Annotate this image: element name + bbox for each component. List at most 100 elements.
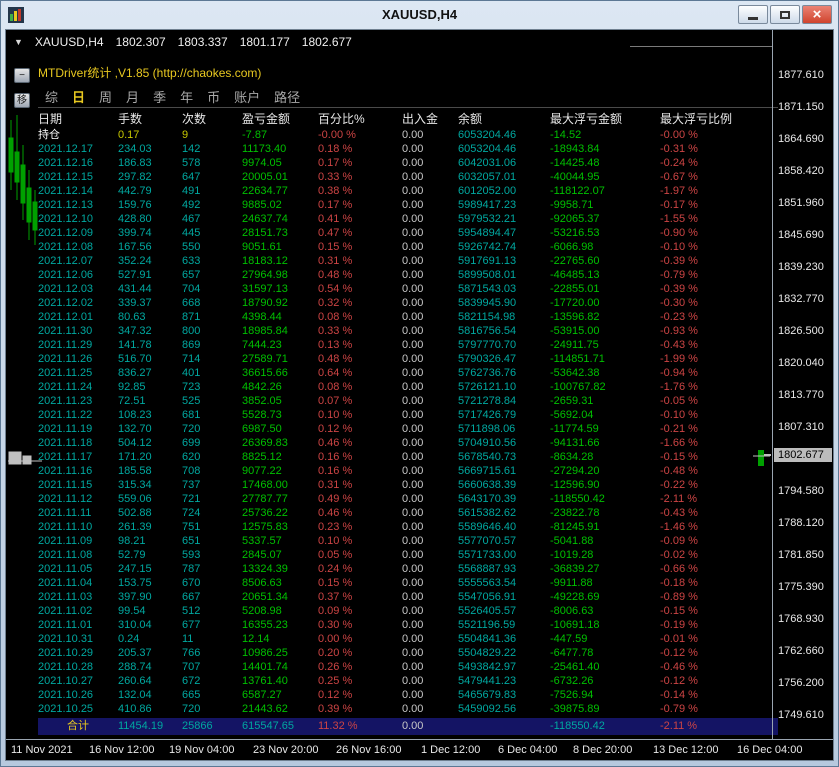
chevron-down-icon[interactable]: ▼ [14, 37, 23, 47]
table-cell: -0.66 % [660, 563, 698, 575]
table-cell: 5547056.91 [458, 591, 517, 603]
table-cell: 5839945.90 [458, 297, 517, 309]
table-cell: -7.87 [242, 129, 268, 141]
table-cell: 99.54 [118, 605, 146, 617]
table-cell: -53915.00 [550, 325, 600, 337]
table-cell: 615547.65 [242, 720, 294, 732]
table-cell: 6012052.00 [458, 185, 517, 197]
table-row: 2021.11.29 141.78 869 7444.23 0.13 % 0.00 5797… [38, 338, 778, 352]
table-cell: 787 [182, 563, 201, 575]
table-cell: 593 [182, 549, 201, 561]
panel-collapse-button[interactable]: − [14, 68, 30, 83]
close-button[interactable]: × [802, 5, 832, 24]
table-cell: 108.23 [118, 409, 152, 421]
time-axis-label: 26 Nov 16:00 [336, 744, 402, 756]
table-row: 2021.11.09 98.21 651 5337.57 0.10 % 0.00 55770… [38, 534, 778, 548]
table-cell: 720 [182, 703, 201, 715]
price-axis-label: 1749.610 [778, 709, 824, 721]
table-cell: -40044.95 [550, 171, 600, 183]
table-cell: 2021.12.14 [38, 185, 94, 197]
table-cell: 13324.39 [242, 563, 288, 575]
tab-月[interactable]: 月 [119, 87, 146, 106]
table-cell: 527.91 [118, 269, 152, 281]
table-cell: 13761.40 [242, 675, 288, 687]
tab-综[interactable]: 综 [38, 87, 65, 106]
table-cell: 2021.12.03 [38, 283, 94, 295]
table-cell: 31597.13 [242, 283, 288, 295]
title-bar[interactable]: XAUUSD,H4 × [1, 1, 838, 29]
table-cell: 247.15 [118, 563, 152, 575]
minimize-button[interactable] [738, 5, 768, 24]
table-cell: 0.47 % [318, 227, 353, 239]
table-cell: -36839.27 [550, 563, 600, 575]
table-row: 2021.10.31 0.24 11 12.14 0.00 % 0.00 5504841.3… [38, 632, 778, 646]
table-cell: 5711898.06 [458, 423, 516, 435]
table-cell: 0.64 % [318, 367, 353, 379]
table-cell: 766 [182, 647, 201, 659]
price-axis-label: 1813.770 [778, 389, 824, 401]
tab-路径[interactable]: 路径 [267, 87, 307, 106]
table-row: 2021.12.07 352.24 633 18183.12 0.31 % 0.00 591… [38, 254, 778, 268]
table-cell: 707 [182, 661, 201, 673]
table-row: 2021.11.22 108.23 681 5528.73 0.10 % 0.00 5717… [38, 408, 778, 422]
table-row: 2021.11.15 315.34 737 17468.00 0.31 % 0.00 566… [38, 478, 778, 492]
tab-季[interactable]: 季 [146, 87, 173, 106]
table-cell: 0.10 % [318, 409, 353, 421]
table-cell: 397.90 [118, 591, 152, 603]
table-cell: 最大浮亏比例 [660, 112, 733, 126]
table-cell: 2021.10.31 [38, 633, 94, 645]
tab-bar: 综日周月季年币账户 路径 [38, 86, 778, 108]
table-cell: 2021.10.26 [38, 689, 94, 701]
table-cell: 0.00 [402, 325, 424, 337]
table-cell: 132.70 [118, 423, 152, 435]
table-row: 2021.12.10 428.80 467 24637.74 0.41 % 0.00 597… [38, 212, 778, 226]
price-axis[interactable]: 1802.677 1877.610 1871.150 1864.690 1858.42… [772, 30, 833, 739]
table-cell: 2021.10.29 [38, 647, 94, 659]
table-cell: 0.00 [402, 465, 424, 477]
table-cell: 550 [182, 241, 201, 253]
tab-币[interactable]: 币 [200, 87, 227, 106]
tab-年[interactable]: 年 [173, 87, 200, 106]
table-cell: -0.21 % [660, 423, 698, 435]
table-cell: 0.41 % [318, 213, 353, 225]
table-cell: 0.17 [118, 129, 140, 141]
price-axis-label: 1807.310 [778, 421, 824, 433]
table-cell: 677 [182, 619, 201, 631]
table-cell: -0.09 % [660, 535, 698, 547]
table-cell: -9958.71 [550, 199, 594, 211]
table-row: 2021.11.05 247.15 787 13324.39 0.24 % 0.00 556… [38, 562, 778, 576]
table-cell: 5790326.47 [458, 353, 517, 365]
table-row: 2021.12.06 527.91 657 27964.98 0.48 % 0.00 589… [38, 268, 778, 282]
table-row: 2021.10.28 288.74 707 14401.74 0.26 % 0.00 549… [38, 660, 778, 674]
table-row: 2021.11.19 132.70 720 6987.50 0.12 % 0.00 5711… [38, 422, 778, 436]
table-cell: -1019.28 [550, 549, 594, 561]
table-cell: 5717426.79 [458, 409, 517, 421]
table-cell: -0.94 % [660, 367, 698, 379]
table-cell: 5615382.62 [458, 507, 517, 519]
table-row: 2021.11.02 99.54 512 5208.98 0.09 % 0.00 55264… [38, 604, 778, 618]
table-row: 2021.10.25 410.86 720 21443.62 0.39 % 0.00 545… [38, 702, 778, 716]
table-cell: 288.74 [118, 661, 152, 673]
table-cell: 8506.63 [242, 577, 282, 589]
table-cell: 0.08 % [318, 311, 353, 323]
table-cell: 2021.12.06 [38, 269, 94, 281]
table-cell: 26369.83 [242, 437, 288, 449]
table-cell: 0.00 [402, 171, 424, 183]
tab-账户[interactable]: 账户 [227, 87, 267, 106]
table-cell: -94131.66 [550, 437, 600, 449]
table-cell: 3852.05 [242, 395, 282, 407]
table-cell: 153.75 [118, 577, 152, 589]
table-cell: -0.15 % [660, 605, 698, 617]
table-cell: 723 [182, 381, 201, 393]
table-cell: -1.97 % [660, 185, 698, 197]
time-axis[interactable]: 11 Nov 2021 16 Nov 12:00 19 Nov 04:00 23 No… [6, 739, 833, 760]
table-cell: 5660638.39 [458, 479, 517, 491]
table-row: 2021.11.26 516.70 714 27589.71 0.48 % 0.00 579… [38, 352, 778, 366]
panel-move-button[interactable]: 移 [14, 93, 30, 108]
tab-日[interactable]: 日 [65, 87, 92, 106]
stats-table: 日期 手数 次数 盈亏金额 百分比% 出入金 余额 最大浮亏金额 最大浮亏比例 持仓 0.17 9 -… [38, 110, 778, 735]
table-cell: 余额 [458, 112, 483, 126]
tab-周[interactable]: 周 [92, 87, 119, 106]
maximize-button[interactable] [770, 5, 800, 24]
table-cell: 0.00 [402, 507, 424, 519]
